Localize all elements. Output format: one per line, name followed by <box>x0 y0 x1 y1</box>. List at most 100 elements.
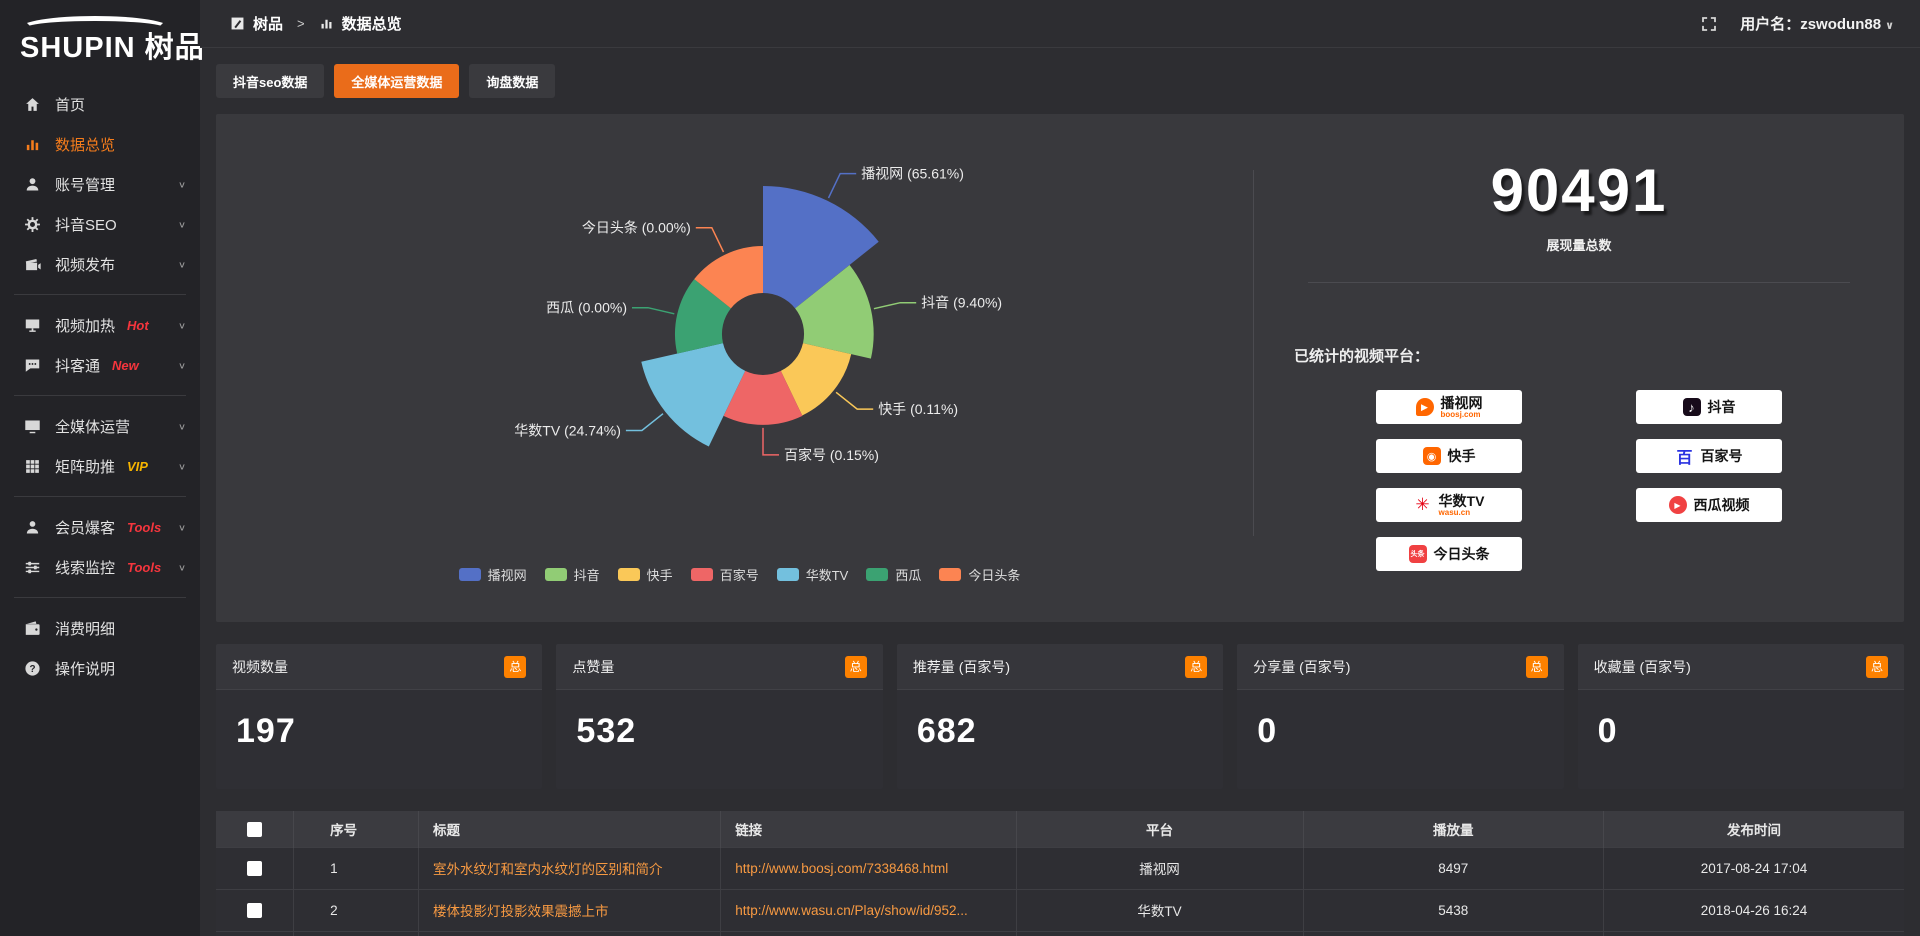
sidebar-item-label: 消费明细 <box>55 618 115 639</box>
sidebar-item-操作说明[interactable]: ?操作说明 <box>0 648 200 688</box>
legend-item-抖音[interactable]: 抖音 <box>545 565 600 584</box>
sidebar-item-全媒体运营[interactable]: 全媒体运营∨ <box>0 406 200 446</box>
breadcrumb-item-home[interactable]: 树品 <box>253 13 283 34</box>
row-title[interactable]: 楼体投影灯投影效果震撼上市 <box>419 889 721 931</box>
xigua-logo-icon: ▶ <box>1669 496 1687 514</box>
row-link[interactable]: http://www.wasu.cn/Play/show/id/952... <box>721 889 1016 931</box>
stat-card-value: 0 <box>1237 690 1563 773</box>
user-menu[interactable]: 用户名：zswodun88∨ <box>1740 13 1894 34</box>
video-table: 序号标题链接平台播放量发布时间 1室外水纹灯和室内水纹灯的区别和简介http:/… <box>216 811 1904 936</box>
row-title[interactable] <box>419 931 721 936</box>
sidebar-item-抖客通[interactable]: 抖客通New∨ <box>0 345 200 385</box>
legend-label: 西瓜 <box>895 565 921 584</box>
sidebar-item-label: 首页 <box>55 94 85 115</box>
sidebar-item-label: 抖客通 <box>55 355 100 376</box>
sidebar-item-线索监控[interactable]: 线索监控Tools∨ <box>0 547 200 587</box>
stat-card-value: 0 <box>1578 690 1904 773</box>
row-checkbox[interactable] <box>247 903 262 918</box>
stat-card-推荐量 (百家号): 推荐量 (百家号)总682 <box>897 644 1223 789</box>
legend-item-百家号[interactable]: 百家号 <box>691 565 759 584</box>
rose-label-抖音: 抖音 (9.40%) <box>921 295 1002 311</box>
row-link[interactable]: http://www.boosj.com/7338468.html <box>721 847 1016 889</box>
sidebar-item-首页[interactable]: 首页 <box>0 84 200 124</box>
total-badge[interactable]: 总 <box>845 656 867 678</box>
sidebar-nav: 首页数据总览账号管理∨抖音SEO∨视频发布∨视频加热Hot∨抖客通New∨全媒体… <box>0 76 200 936</box>
chart-icon <box>24 136 41 153</box>
sidebar-item-label: 矩阵助推 <box>55 456 115 477</box>
row-time: 2018-04-26 16:24 <box>1603 889 1904 931</box>
sidebar-item-视频发布[interactable]: 视频发布∨ <box>0 244 200 284</box>
sidebar-item-label: 视频加热 <box>55 315 115 336</box>
sidebar-item-tag: Hot <box>127 318 149 333</box>
rose-label-line <box>696 228 724 252</box>
tab-抖音seo数据[interactable]: 抖音seo数据 <box>216 64 324 98</box>
fullscreen-icon[interactable] <box>1700 15 1718 33</box>
table-row: 2楼体投影灯投影效果震撼上市http://www.wasu.cn/Play/sh… <box>216 889 1904 931</box>
total-badge[interactable]: 总 <box>1185 656 1207 678</box>
legend-item-华数TV[interactable]: 华数TV <box>777 565 849 584</box>
table-row: 1室外水纹灯和室内水纹灯的区别和简介http://www.boosj.com/7… <box>216 847 1904 889</box>
kuaishou-logo-icon: ◉ <box>1423 447 1441 465</box>
baijiahao-logo-icon: 百 <box>1676 447 1694 465</box>
legend-item-快手[interactable]: 快手 <box>618 565 673 584</box>
stat-card-header: 推荐量 (百家号)总 <box>897 644 1223 690</box>
sidebar-item-账号管理[interactable]: 账号管理∨ <box>0 164 200 204</box>
rose-slice-华数TV[interactable] <box>641 343 745 446</box>
total-badge[interactable]: 总 <box>1526 656 1548 678</box>
sidebar-item-会员爆客[interactable]: 会员爆客Tools∨ <box>0 507 200 547</box>
legend-label: 今日头条 <box>968 565 1020 584</box>
breadcrumb-separator: > <box>297 16 305 31</box>
platform-badge-今日头条: 头条今日头条 <box>1376 537 1522 571</box>
row-link[interactable] <box>721 931 1016 936</box>
sidebar-item-抖音SEO[interactable]: 抖音SEO∨ <box>0 204 200 244</box>
row-no: 1 <box>294 847 419 889</box>
sidebar-item-消费明细[interactable]: 消费明细 <box>0 608 200 648</box>
sidebar-item-矩阵助推[interactable]: 矩阵助推VIP∨ <box>0 446 200 486</box>
legend-item-播视网[interactable]: 播视网 <box>459 565 527 584</box>
row-title[interactable]: 室外水纹灯和室内水纹灯的区别和简介 <box>419 847 721 889</box>
legend-item-今日头条[interactable]: 今日头条 <box>939 565 1020 584</box>
chevron-down-icon: ∨ <box>178 522 186 532</box>
sidebar-divider <box>14 395 186 396</box>
legend-swatch <box>691 568 713 581</box>
legend-item-西瓜[interactable]: 西瓜 <box>866 565 921 584</box>
stat-card-点赞量: 点赞量总532 <box>556 644 882 789</box>
stat-card-value: 197 <box>216 690 542 773</box>
stat-card-title: 收藏量 (百家号) <box>1594 657 1691 677</box>
platform-badge-抖音: ♪抖音 <box>1636 390 1782 424</box>
total-badge[interactable]: 总 <box>504 656 526 678</box>
legend-label: 抖音 <box>574 565 600 584</box>
logo-cn: 树品 <box>145 32 205 64</box>
chart-legend: 播视网 抖音快手百家号 华数TV 西瓜 今日头条 <box>226 565 1253 584</box>
row-no <box>294 931 419 936</box>
row-plays: 5438 <box>1303 889 1603 931</box>
platform-badge-播视网: ▶播视网boosj.com <box>1376 390 1522 424</box>
chevron-down-icon: ∨ <box>178 360 186 370</box>
col-header-播放量: 播放量 <box>1303 811 1603 847</box>
sidebar-item-数据总览[interactable]: 数据总览 <box>0 124 200 164</box>
legend-label: 播视网 <box>488 565 527 584</box>
question-icon: ? <box>24 660 41 677</box>
total-badge[interactable]: 总 <box>1866 656 1888 678</box>
legend-label: 华数TV <box>806 565 849 584</box>
platforms-title: 已统计的视频平台： <box>1294 345 1864 366</box>
platform-badge-text: 播视网boosj.com <box>1441 396 1483 419</box>
legend-swatch <box>777 568 799 581</box>
sidebar-item-label: 会员爆客 <box>55 517 115 538</box>
row-select-cell <box>216 847 294 889</box>
platform-badge-百家号: 百百家号 <box>1636 439 1782 473</box>
member-icon <box>24 519 41 536</box>
sidebar-item-视频加热[interactable]: 视频加热Hot∨ <box>0 305 200 345</box>
tab-全媒体运营数据[interactable]: 全媒体运营数据 <box>334 64 459 98</box>
select-all-header <box>216 811 294 847</box>
row-time <box>1603 931 1904 936</box>
monitor-icon <box>24 418 41 435</box>
platform-badge-text: 西瓜视频 <box>1694 498 1750 512</box>
breadcrumb: 树品 > 数据总览 <box>230 13 402 34</box>
rose-label-line <box>874 303 916 309</box>
platform-badges: ▶播视网boosj.com♪抖音◉快手百百家号✳华数TVwasu.cn▶西瓜视频… <box>1294 390 1864 571</box>
summary-divider <box>1308 282 1850 283</box>
tab-询盘数据[interactable]: 询盘数据 <box>469 64 555 98</box>
row-checkbox[interactable] <box>247 861 262 876</box>
select-all-checkbox[interactable] <box>247 822 262 837</box>
